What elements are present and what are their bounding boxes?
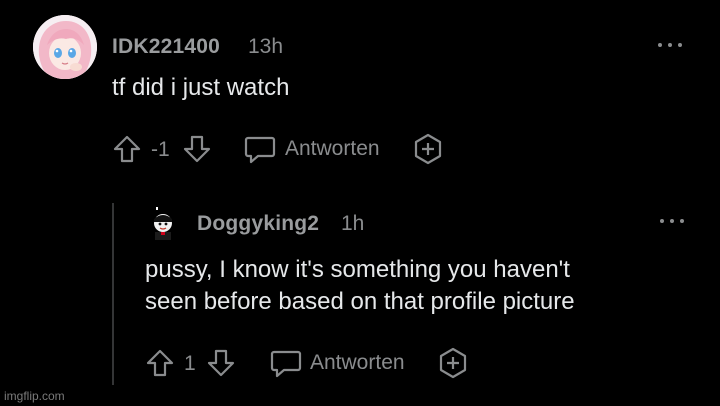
- thread-line[interactable]: [112, 203, 114, 385]
- downvote-icon[interactable]: [182, 134, 212, 164]
- award-icon[interactable]: [413, 133, 443, 165]
- vote-count: 1: [184, 352, 196, 375]
- comment-bubble-icon[interactable]: [270, 348, 302, 378]
- vote-count: -1: [151, 138, 170, 161]
- award-icon[interactable]: [438, 347, 468, 379]
- reply-button[interactable]: Antworten: [310, 351, 405, 375]
- comment-timestamp: 13h: [248, 35, 284, 58]
- avatar[interactable]: [145, 205, 181, 243]
- reply-text-line-2: seen before based on that profile pictur…: [145, 288, 575, 315]
- avatar[interactable]: [33, 15, 97, 79]
- more-options-icon[interactable]: [660, 217, 686, 225]
- comment-bubble-icon[interactable]: [244, 134, 276, 164]
- comment-text: tf did i just watch: [112, 74, 290, 101]
- reply-timestamp: 1h: [341, 212, 365, 235]
- watermark: imgflip.com: [4, 389, 65, 403]
- downvote-icon[interactable]: [206, 348, 236, 378]
- reply-button[interactable]: Antworten: [285, 137, 380, 161]
- reply-text-line-1: pussy, I know it's something you haven't: [145, 256, 570, 283]
- more-options-icon[interactable]: [658, 41, 684, 49]
- upvote-icon[interactable]: [112, 134, 142, 164]
- reply-username[interactable]: Doggyking2: [197, 212, 319, 236]
- upvote-icon[interactable]: [145, 348, 175, 378]
- comment-username[interactable]: IDK221400: [112, 35, 220, 59]
